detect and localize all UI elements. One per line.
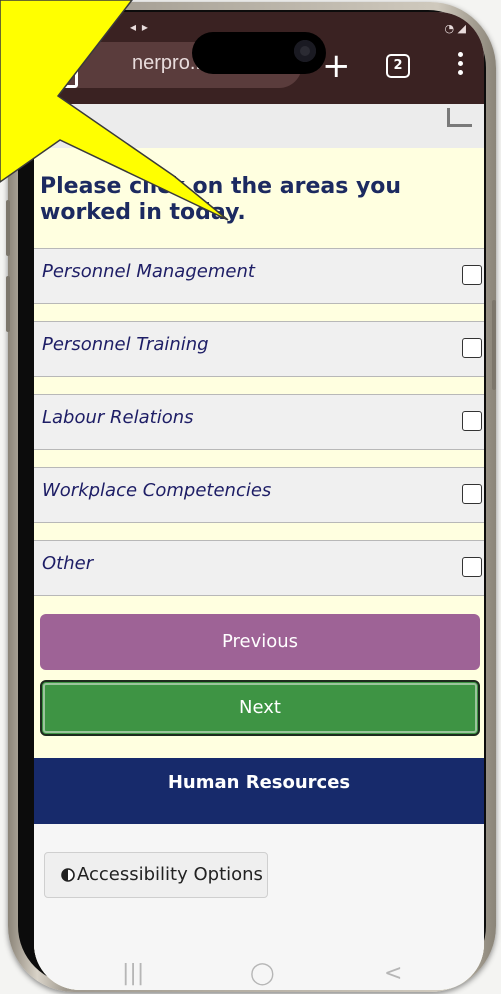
option-workplace-competencies[interactable]: Workplace Competencies [34, 467, 484, 523]
option-labour-relations[interactable]: Labour Relations [34, 394, 484, 450]
checkbox[interactable] [462, 411, 482, 431]
next-button[interactable]: Next [40, 680, 480, 736]
checkbox[interactable] [462, 557, 482, 577]
yellow-arrow-callout [0, 0, 229, 221]
power-button [492, 300, 496, 390]
previous-button[interactable]: Previous [40, 614, 480, 670]
footer-area: Accessibility Options ||| ◯ < [34, 824, 484, 990]
option-other[interactable]: Other [34, 540, 484, 596]
contrast-icon [61, 868, 75, 882]
android-nav-bar: ||| ◯ < [34, 960, 484, 990]
option-label: Labour Relations [42, 407, 194, 428]
recents-icon[interactable]: ||| [122, 961, 144, 986]
checkbox[interactable] [462, 338, 482, 358]
option-label: Other [42, 553, 94, 574]
option-personnel-training[interactable]: Personnel Training [34, 321, 484, 377]
option-label: Workplace Competencies [42, 480, 272, 501]
back-icon[interactable]: < [384, 961, 402, 986]
accessibility-options-button[interactable]: Accessibility Options [44, 852, 268, 898]
footer-title: Human Resources [34, 758, 484, 824]
option-label: Personnel Training [42, 334, 209, 355]
accessibility-options-label: Accessibility Options [77, 864, 263, 885]
home-nav-icon[interactable]: ◯ [250, 961, 275, 986]
checkbox[interactable] [462, 484, 482, 504]
